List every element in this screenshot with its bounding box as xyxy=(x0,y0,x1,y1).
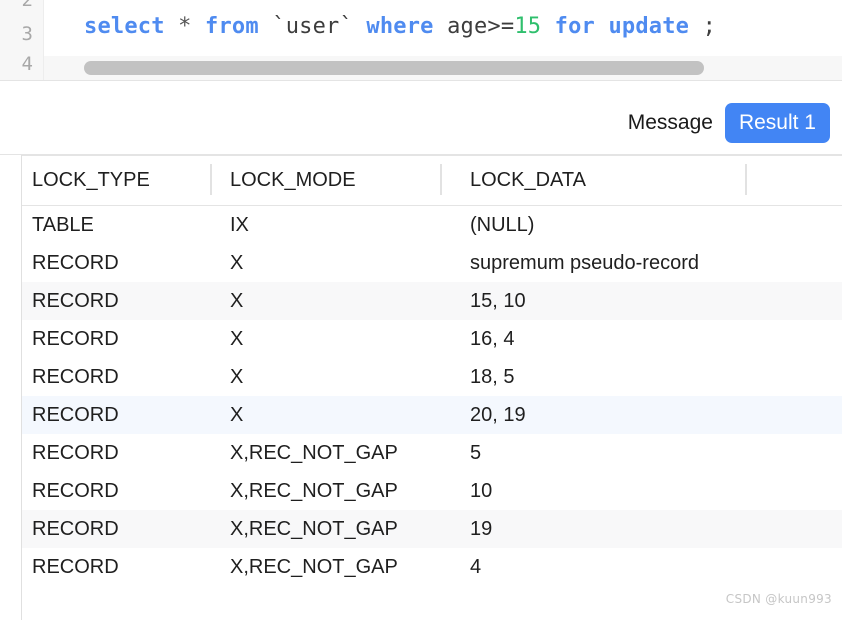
table-cell[interactable]: RECORD xyxy=(22,320,220,358)
table-cell[interactable]: 16, 4 xyxy=(460,320,775,358)
table-header: LOCK_TYPE LOCK_MODE LOCK_DATA xyxy=(22,155,842,206)
table-cell[interactable]: X xyxy=(220,320,460,358)
sql-token: from xyxy=(205,14,259,39)
line-number: 4 xyxy=(21,53,33,75)
line-number: 2 xyxy=(21,0,33,11)
table-row[interactable]: RECORD X,REC_NOT_GAP 4 xyxy=(22,548,842,586)
table-cell[interactable]: RECORD xyxy=(22,472,220,510)
editor-horizontal-scrollbar-track[interactable] xyxy=(44,56,842,80)
sql-token: for xyxy=(554,14,595,39)
sql-token: select xyxy=(84,14,165,39)
table-cell[interactable]: 19 xyxy=(460,510,775,548)
table-body: TABLE IX (NULL) RECORD Xsupremum pseudo-reco… xyxy=(22,206,842,587)
table-row[interactable]: RECORD X 16, 4 xyxy=(22,320,842,358)
table-cell[interactable]: X xyxy=(220,244,460,282)
result-grid-container[interactable]: LOCK_TYPE LOCK_MODE LOCK_DATA TABLE IX (NU… xyxy=(0,155,842,620)
table-cell[interactable]: TABLE xyxy=(22,206,220,245)
table-cell[interactable] xyxy=(775,472,842,510)
table-cell[interactable]: X xyxy=(220,282,460,320)
sql-token: where xyxy=(366,14,434,39)
table-cell[interactable] xyxy=(775,206,842,245)
sql-editor-pane[interactable]: 2 3 4 select * from `user` where age>=15… xyxy=(0,0,842,90)
table-row[interactable]: RECORD X 18, 5 xyxy=(22,358,842,396)
column-header-lock-data[interactable]: LOCK_DATA xyxy=(460,155,775,206)
column-header-blank[interactable] xyxy=(775,155,842,206)
editor-horizontal-scrollbar-thumb[interactable] xyxy=(84,61,704,75)
row-number-column xyxy=(0,155,22,620)
column-header-lock-type[interactable]: LOCK_TYPE xyxy=(22,155,220,206)
table-cell[interactable]: RECORD xyxy=(22,282,220,320)
table-cell[interactable]: 10 xyxy=(460,472,775,510)
table-cell[interactable]: RECORD xyxy=(22,244,220,282)
table-cell[interactable]: 20, 19 xyxy=(460,396,775,434)
table-cell[interactable]: 4 xyxy=(460,548,775,586)
result-tabbar: Message Result 1 xyxy=(0,90,842,155)
table-cell[interactable] xyxy=(775,282,842,320)
table-cell[interactable] xyxy=(775,244,842,282)
header-row: LOCK_TYPE LOCK_MODE LOCK_DATA xyxy=(22,155,842,206)
tab-result-1[interactable]: Result 1 xyxy=(724,102,830,143)
table-cell[interactable] xyxy=(775,510,842,548)
table-row[interactable]: TABLE IX (NULL) xyxy=(22,206,842,245)
table-cell[interactable]: RECORD xyxy=(22,396,220,434)
result-table: LOCK_TYPE LOCK_MODE LOCK_DATA TABLE IX (NU… xyxy=(22,155,842,586)
table-row[interactable]: RECORD X,REC_NOT_GAP 5 xyxy=(22,434,842,472)
sql-token: 15 xyxy=(514,14,542,39)
table-cell[interactable] xyxy=(775,320,842,358)
editor-line-number-gutter: 2 3 4 xyxy=(0,0,44,80)
table-cell[interactable] xyxy=(775,548,842,586)
tab-message[interactable]: Message xyxy=(616,103,725,143)
table-cell[interactable]: RECORD xyxy=(22,548,220,586)
sql-token: update xyxy=(608,14,690,39)
table-cell[interactable]: X xyxy=(220,358,460,396)
watermark: CSDN @kuun993 xyxy=(725,592,832,606)
sql-token: ; xyxy=(689,14,717,39)
table-cell[interactable]: (NULL) xyxy=(460,206,775,245)
table-cell[interactable]: RECORD xyxy=(22,510,220,548)
table-cell[interactable]: IX xyxy=(220,206,460,245)
table-cell[interactable]: supremum pseudo-record xyxy=(460,244,775,282)
table-cell[interactable]: X xyxy=(220,396,460,434)
sql-statement-line[interactable]: select * from `user` where age>=15 for u… xyxy=(84,14,716,39)
line-number: 3 xyxy=(21,23,33,45)
table-cell[interactable]: X,REC_NOT_GAP xyxy=(220,510,460,548)
table-row[interactable]: RECORD X,REC_NOT_GAP 19 xyxy=(22,510,842,548)
table-cell[interactable] xyxy=(775,434,842,472)
table-cell[interactable]: X,REC_NOT_GAP xyxy=(220,434,460,472)
table-cell[interactable] xyxy=(775,396,842,434)
table-cell[interactable]: 18, 5 xyxy=(460,358,775,396)
table-cell[interactable]: RECORD xyxy=(22,358,220,396)
sql-token: age>= xyxy=(447,14,515,39)
table-row[interactable]: RECORD X 15, 10 xyxy=(22,282,842,320)
editor-bottom-divider xyxy=(0,80,842,81)
table-cell[interactable] xyxy=(775,358,842,396)
sql-token: `user` xyxy=(272,14,353,39)
table-cell[interactable]: X,REC_NOT_GAP xyxy=(220,548,460,586)
result-grid[interactable]: LOCK_TYPE LOCK_MODE LOCK_DATA TABLE IX (NU… xyxy=(22,155,842,620)
table-row[interactable]: RECORD Xsupremum pseudo-record xyxy=(22,244,842,282)
table-cell[interactable]: X,REC_NOT_GAP xyxy=(220,472,460,510)
column-header-lock-mode[interactable]: LOCK_MODE xyxy=(220,155,460,206)
table-row[interactable]: RECORD X,REC_NOT_GAP 10 xyxy=(22,472,842,510)
table-cell[interactable]: 15, 10 xyxy=(460,282,775,320)
table-cell[interactable]: 5 xyxy=(460,434,775,472)
table-cell[interactable]: RECORD xyxy=(22,434,220,472)
table-row[interactable]: RECORD X 20, 19 xyxy=(22,396,842,434)
sql-token: * xyxy=(178,14,192,39)
